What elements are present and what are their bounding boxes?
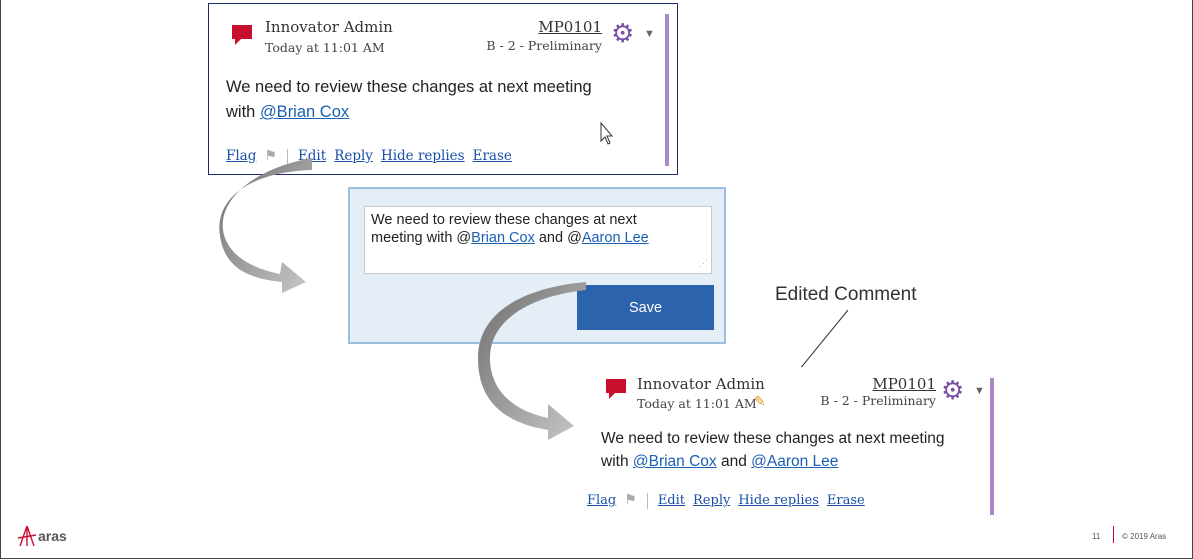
author-chat-icon (606, 379, 626, 399)
reply-link[interactable]: Reply (334, 148, 373, 164)
comment-accent-bar (665, 14, 669, 166)
edit-text-line2-prefix: meeting with @ (371, 230, 472, 246)
comment-body-with: with (226, 103, 260, 121)
resize-grip-icon[interactable]: ⋰ (699, 254, 708, 272)
item-state: B - 2 - Preliminary (486, 38, 602, 53)
page-number: 11 (1092, 532, 1101, 541)
comment-body: We need to review these changes at next … (226, 75, 646, 125)
edit-text-line1: We need to review these changes at next (371, 212, 637, 228)
author-chat-icon (232, 25, 252, 45)
comment-body-line1: We need to review these changes at next … (226, 78, 592, 96)
hide-replies-link[interactable]: Hide replies (738, 493, 819, 508)
comment-body-and: and (716, 453, 752, 470)
edit-text-and: and @ (534, 230, 582, 246)
erase-link[interactable]: Erase (827, 493, 865, 508)
flag-link[interactable]: Flag (226, 148, 256, 164)
chevron-down-icon[interactable]: ▼ (974, 385, 985, 397)
flag-link[interactable]: Flag (587, 493, 616, 508)
comment-timestamp: Today at 11:01 AM (265, 40, 385, 55)
comment-actions: Flag ⚑ Edit Reply Hide replies Erase (226, 148, 520, 165)
pencil-icon: ✎ (754, 393, 766, 409)
action-separator (646, 492, 648, 509)
reply-link[interactable]: Reply (693, 493, 730, 508)
edit-mention-brian[interactable]: Brian Cox (471, 230, 535, 246)
hide-replies-link[interactable]: Hide replies (381, 148, 465, 164)
comment-body-line1: We need to review these changes at next … (601, 430, 945, 447)
comment-accent-bar (990, 378, 994, 515)
mention-brian-link[interactable]: @Brian Cox (633, 453, 717, 470)
edit-comment-panel: We need to review these changes at next … (348, 187, 726, 344)
comment-edit-textarea[interactable]: We need to review these changes at next … (364, 206, 712, 274)
item-state: B - 2 - Preliminary (820, 393, 936, 408)
flag-icon[interactable]: ⚑ (624, 492, 637, 508)
chevron-down-icon[interactable]: ▼ (644, 28, 655, 40)
aras-logo (17, 525, 37, 547)
author-name: Innovator Admin (265, 18, 393, 36)
author-name: Innovator Admin (637, 375, 765, 393)
erase-link[interactable]: Erase (473, 148, 512, 164)
comment-body-with: with (601, 453, 633, 470)
item-number-link[interactable]: MP0101 (850, 375, 936, 393)
aras-logo-text: aras (38, 528, 67, 544)
save-button[interactable]: Save (577, 285, 714, 330)
item-number-link[interactable]: MP0101 (515, 18, 602, 36)
gear-icon[interactable]: ⚙ (941, 377, 964, 403)
edit-link[interactable]: Edit (298, 148, 326, 164)
footer-divider (1113, 526, 1114, 543)
flag-icon[interactable]: ⚑ (264, 148, 277, 164)
edit-mention-aaron[interactable]: Aaron Lee (582, 230, 649, 246)
edited-comment-callout: Edited Comment (775, 284, 917, 305)
action-separator (286, 148, 288, 165)
original-comment-card: Innovator Admin Today at 11:01 AM MP0101… (208, 3, 678, 175)
gear-icon[interactable]: ⚙ (611, 20, 634, 46)
mention-aaron-link[interactable]: @Aaron Lee (751, 453, 838, 470)
copyright-text: © 2019 Aras (1122, 532, 1167, 541)
edit-link[interactable]: Edit (658, 493, 685, 508)
comment-timestamp: Today at 11:01 AM (637, 396, 757, 411)
comment-body: We need to review these changes at next … (601, 427, 981, 473)
edited-comment-card: Innovator Admin Today at 11:01 AM ✎ MP01… (587, 367, 1000, 517)
mention-link[interactable]: @Brian Cox (260, 103, 349, 121)
comment-actions: Flag ⚑ Edit Reply Hide replies Erase (587, 492, 873, 509)
